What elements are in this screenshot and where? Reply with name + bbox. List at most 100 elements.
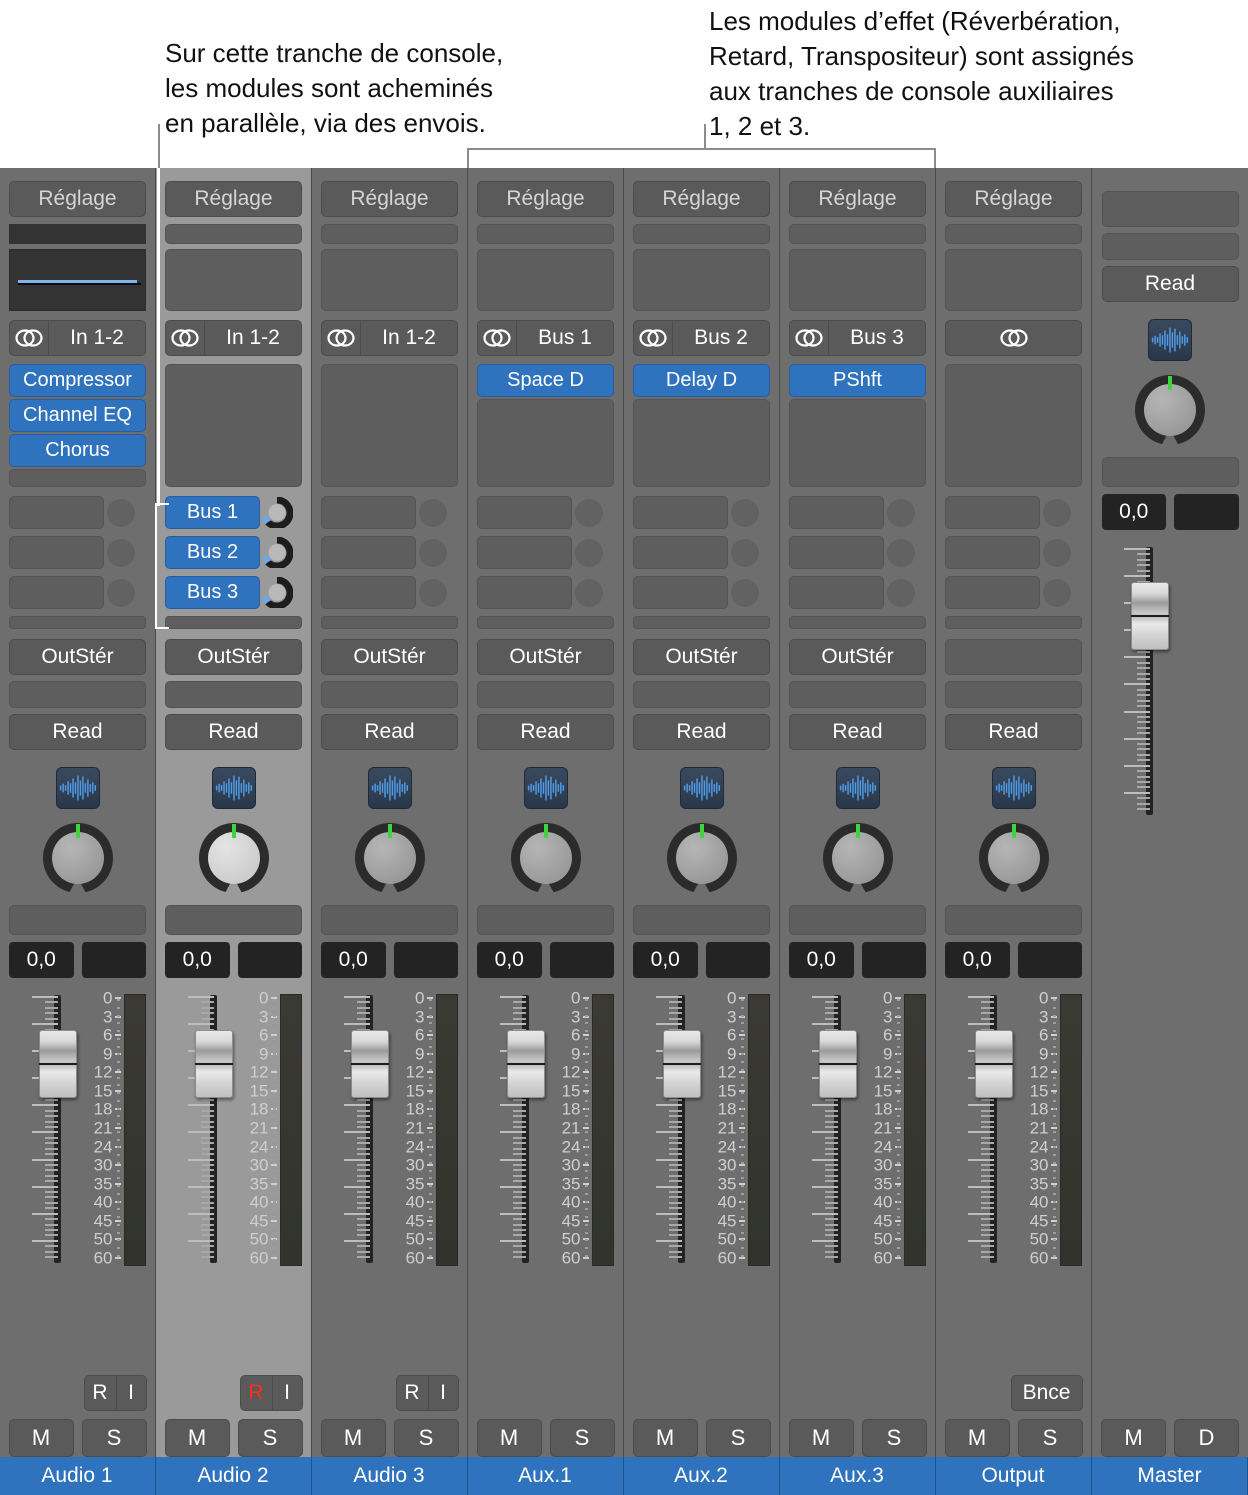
channel-strip-aux-2[interactable]: RéglageBus 2Delay DOutStérRead0,00369121… bbox=[624, 168, 780, 1495]
mute-button[interactable]: M bbox=[789, 1419, 854, 1457]
input-selector[interactable]: Bus 3 bbox=[789, 320, 926, 356]
waveform-icon-button[interactable] bbox=[56, 767, 100, 809]
waveform-icon-button[interactable] bbox=[1148, 319, 1192, 361]
pan-knob[interactable] bbox=[43, 823, 113, 893]
send-destination[interactable] bbox=[789, 496, 884, 529]
send-level-knob-wrap[interactable] bbox=[572, 576, 606, 609]
extra-send-slot[interactable] bbox=[945, 616, 1082, 629]
pan-value-slot[interactable] bbox=[633, 905, 770, 935]
automation-mode-button[interactable]: Read bbox=[789, 714, 926, 750]
volume-fader[interactable] bbox=[484, 992, 546, 1270]
stereo-icon[interactable] bbox=[165, 320, 205, 356]
volume-fader[interactable] bbox=[172, 992, 234, 1270]
fader-handle[interactable] bbox=[507, 1030, 545, 1098]
send-level-knob-wrap[interactable] bbox=[260, 536, 294, 569]
eq-curve-display[interactable] bbox=[633, 249, 770, 311]
pan-knob[interactable] bbox=[979, 823, 1049, 893]
volume-value[interactable]: 0,0 bbox=[1102, 494, 1167, 530]
pan-value-slot[interactable] bbox=[165, 905, 302, 935]
eq-thumbnail-slot[interactable] bbox=[477, 224, 614, 244]
eq-curve-display[interactable] bbox=[321, 249, 458, 311]
input-selector[interactable] bbox=[945, 320, 1082, 356]
empty-insert-slot[interactable] bbox=[321, 364, 458, 487]
fader-meter-area[interactable]: 03691215182124303540455060MSAux.1 bbox=[468, 992, 624, 1495]
send-row[interactable] bbox=[9, 576, 146, 609]
pan-knob[interactable] bbox=[1135, 375, 1205, 445]
channel-strip-audio-2[interactable]: RéglageIn 1-2Bus 1Bus 2Bus 3OutStérRead0… bbox=[156, 168, 312, 1495]
volume-value[interactable]: 0,0 bbox=[9, 942, 74, 978]
send-row[interactable] bbox=[9, 496, 146, 529]
channel-strip-audio-3[interactable]: RéglageIn 1-2OutStérRead0,00369121518212… bbox=[312, 168, 468, 1495]
fader-meter-area[interactable]: 03691215182124303540455060RIMSAudio 2 bbox=[156, 992, 312, 1495]
send-destination[interactable]: Bus 3 bbox=[165, 576, 260, 609]
channel-name-plate[interactable]: Audio 2 bbox=[156, 1457, 312, 1495]
send-row[interactable] bbox=[945, 496, 1082, 529]
send-destination[interactable] bbox=[633, 576, 728, 609]
fader-meter-area[interactable]: 03691215182124303540455060BnceMSOutput bbox=[936, 992, 1092, 1495]
bounce-button[interactable]: Bnce bbox=[1011, 1375, 1083, 1411]
input-selector[interactable]: Bus 1 bbox=[477, 320, 614, 356]
group-slot[interactable] bbox=[945, 681, 1082, 708]
stereo-icon[interactable] bbox=[9, 320, 49, 356]
mute-solo-row[interactable]: MS bbox=[789, 1419, 927, 1457]
output-button[interactable]: OutStér bbox=[9, 639, 146, 675]
channel-name-plate[interactable]: Aux.1 bbox=[468, 1457, 624, 1495]
send-level-knob-wrap[interactable] bbox=[104, 536, 138, 569]
extra-send-slot[interactable] bbox=[789, 616, 926, 629]
volume-value[interactable]: 0,0 bbox=[477, 942, 542, 978]
channel-name-plate[interactable]: Master bbox=[1092, 1457, 1248, 1495]
input-monitor-button[interactable]: I bbox=[117, 1375, 147, 1411]
fader-handle[interactable] bbox=[1131, 582, 1169, 650]
channel-name-plate[interactable]: Audio 3 bbox=[312, 1457, 468, 1495]
mute-button[interactable]: M bbox=[633, 1419, 698, 1457]
input-selector[interactable]: Bus 2 bbox=[633, 320, 770, 356]
input-name[interactable]: Bus 1 bbox=[517, 320, 614, 356]
channel-name-plate[interactable]: Audio 1 bbox=[0, 1457, 156, 1495]
automation-mode-button[interactable]: Read bbox=[321, 714, 458, 750]
channel-strip-output[interactable]: RéglageRead0,003691215182124303540455060… bbox=[936, 168, 1092, 1495]
empty-insert-slot[interactable] bbox=[165, 364, 302, 487]
send-row[interactable]: Bus 1 bbox=[165, 496, 302, 529]
volume-fader[interactable] bbox=[16, 992, 78, 1270]
setting-button[interactable]: Réglage bbox=[789, 181, 926, 217]
mute-solo-row[interactable]: MS bbox=[945, 1419, 1083, 1457]
send-level-knob-wrap[interactable] bbox=[260, 576, 294, 609]
send-slots[interactable] bbox=[321, 496, 458, 629]
send-destination[interactable] bbox=[633, 536, 728, 569]
send-row[interactable] bbox=[321, 576, 458, 609]
channel-name-plate[interactable]: Aux.3 bbox=[780, 1457, 936, 1495]
volume-fader[interactable] bbox=[328, 992, 390, 1270]
eq-curve-display[interactable] bbox=[477, 249, 614, 311]
waveform-icon-button[interactable] bbox=[992, 767, 1036, 809]
send-level-knob-wrap[interactable] bbox=[884, 496, 918, 529]
channel-name-plate[interactable]: Aux.2 bbox=[624, 1457, 780, 1495]
output-button[interactable]: OutStér bbox=[633, 639, 770, 675]
channel-strip-master[interactable]: Read0,0MDMaster bbox=[1092, 168, 1248, 1495]
input-monitor-button[interactable]: I bbox=[273, 1375, 303, 1411]
setting-button[interactable]: Réglage bbox=[633, 181, 770, 217]
send-slots[interactable]: Bus 1Bus 2Bus 3 bbox=[165, 496, 302, 629]
send-destination[interactable] bbox=[945, 496, 1040, 529]
output-button[interactable]: OutStér bbox=[165, 639, 302, 675]
waveform-icon-button[interactable] bbox=[836, 767, 880, 809]
fader-meter-area[interactable]: MDMaster bbox=[1092, 544, 1248, 1495]
input-selector[interactable]: In 1-2 bbox=[9, 320, 146, 356]
stereo-icon[interactable] bbox=[321, 320, 361, 356]
send-level-knob-wrap[interactable] bbox=[1040, 576, 1074, 609]
send-destination[interactable] bbox=[9, 576, 104, 609]
setting-button[interactable]: Réglage bbox=[9, 181, 146, 217]
automation-mode-button[interactable]: Read bbox=[633, 714, 770, 750]
solo-button[interactable]: S bbox=[238, 1419, 303, 1457]
send-level-knob-wrap[interactable] bbox=[104, 496, 138, 529]
empty-insert-slot[interactable] bbox=[9, 469, 146, 487]
solo-button[interactable]: S bbox=[82, 1419, 147, 1457]
level-value-row[interactable]: 0,0 bbox=[321, 942, 458, 978]
group-slot[interactable] bbox=[477, 681, 614, 708]
stereo-icon[interactable] bbox=[945, 320, 1082, 356]
insert-slots[interactable]: Delay D bbox=[633, 364, 770, 487]
eq-thumbnail-slot[interactable] bbox=[633, 224, 770, 244]
send-row[interactable] bbox=[477, 576, 614, 609]
send-slots[interactable] bbox=[477, 496, 614, 629]
group-slot[interactable] bbox=[9, 681, 146, 708]
group-slot[interactable] bbox=[321, 681, 458, 708]
